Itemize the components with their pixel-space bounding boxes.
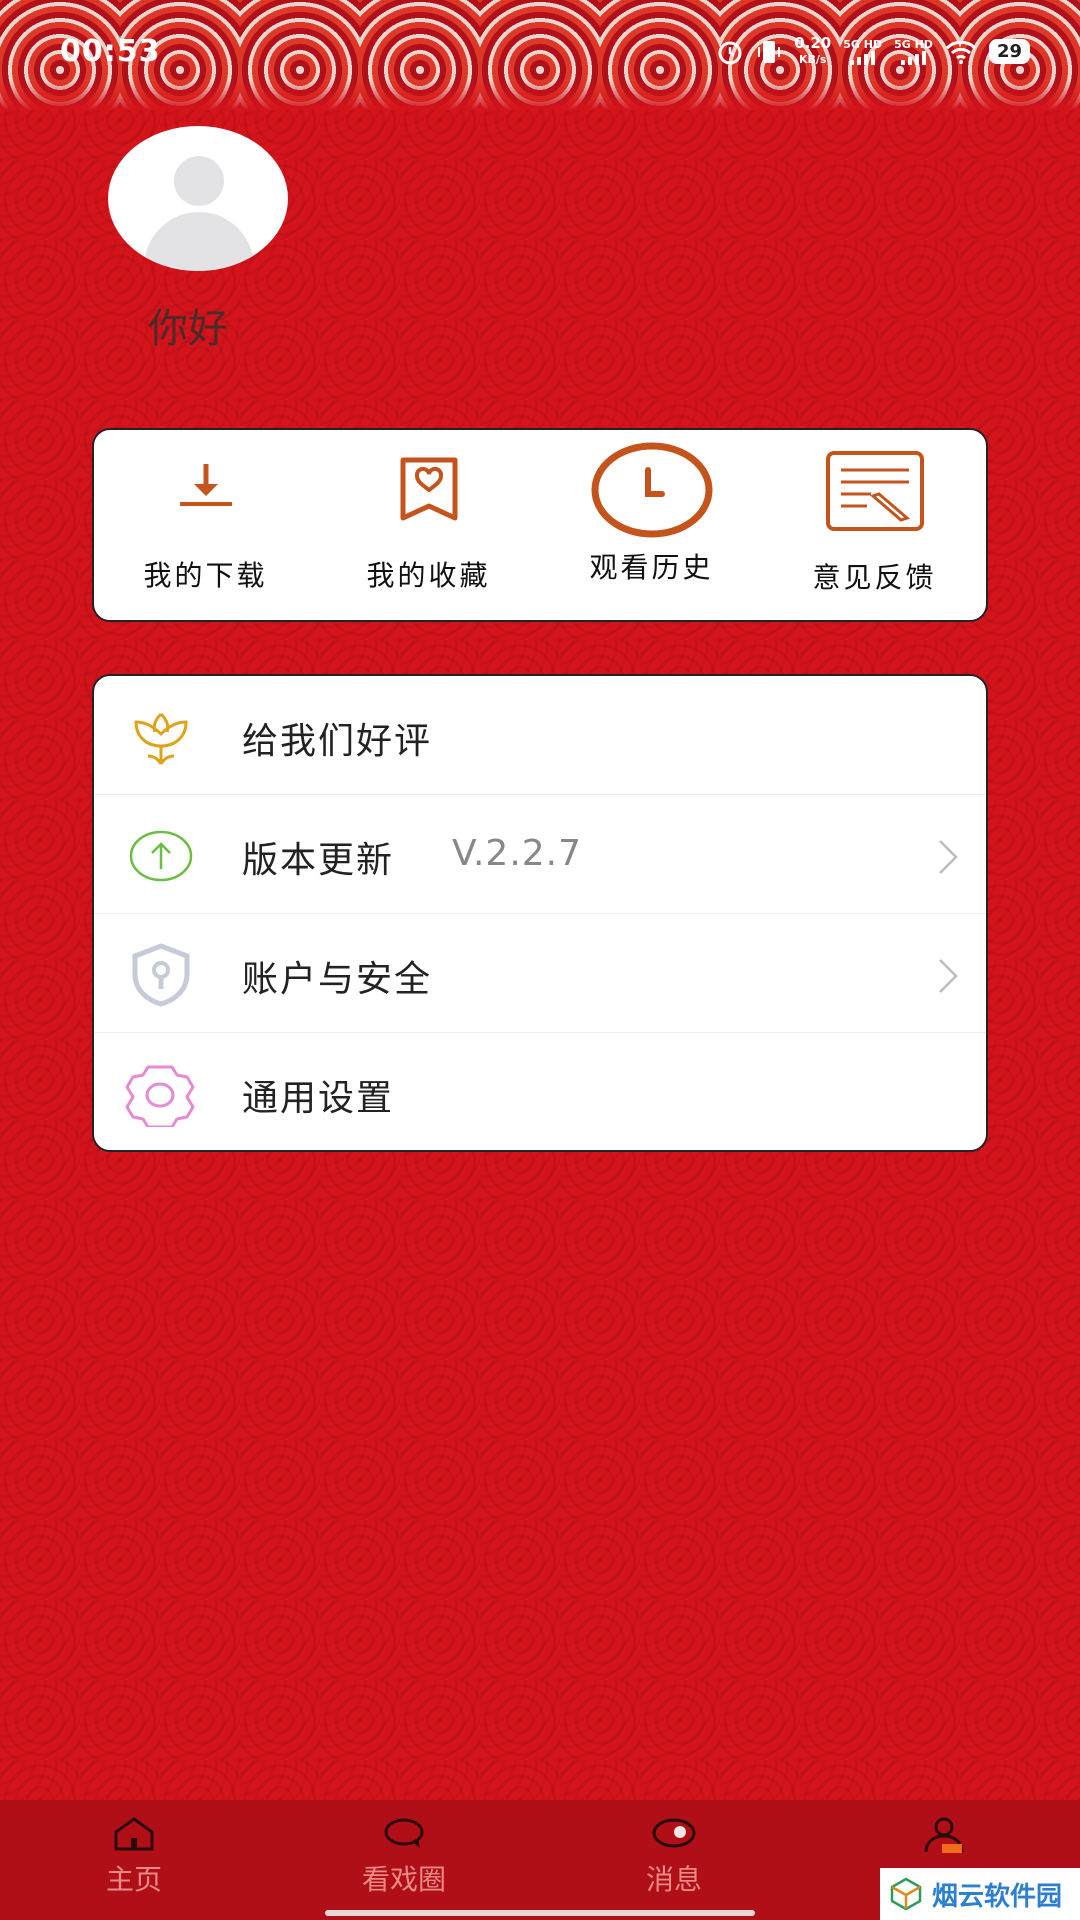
status-time: 00:53 <box>60 34 161 69</box>
settings-menu-card: 给我们好评 版本更新 V.2.2.7 账户与安全 通用设置 <box>92 674 988 1152</box>
menu-item-account-security[interactable]: 账户与安全 <box>94 914 986 1033</box>
net-speed-value: 0.20 <box>794 34 832 52</box>
wifi-icon <box>945 40 976 64</box>
status-icons: 0.20 KB/s 5G HD 5G HD 29 <box>716 36 1030 67</box>
gear-icon <box>125 1065 195 1127</box>
watermark-text: 烟云软件园 <box>932 1881 1063 1912</box>
menu-item-label: 通用设置 <box>242 1078 395 1119</box>
chevron-right-icon <box>939 959 958 993</box>
menu-item-general-settings[interactable]: 通用设置 <box>94 1033 986 1150</box>
clock-icon <box>591 442 712 538</box>
menu-item-version-update[interactable]: 版本更新 V.2.2.7 <box>94 795 986 914</box>
message-icon <box>652 1818 696 1848</box>
upload-circle-icon <box>129 830 193 882</box>
tab-label: 消息 <box>645 1863 702 1896</box>
menu-item-label: 给我们好评 <box>242 721 433 762</box>
avatar-head <box>174 156 224 206</box>
net-speed-unit: KB/s <box>798 53 827 66</box>
quick-action-label: 我的收藏 <box>366 559 491 592</box>
net-speed: 0.20 KB/s <box>794 36 831 67</box>
watermark: 烟云软件园 <box>880 1868 1080 1920</box>
home-icon <box>114 1817 154 1851</box>
sim1-label: 5G HD <box>843 38 883 51</box>
alarm-icon <box>718 41 742 64</box>
flower-icon <box>134 712 188 765</box>
signal-bars-icon <box>850 51 876 65</box>
greeting-text: 你好 <box>148 306 228 352</box>
tab-home[interactable]: 主页 <box>34 1800 234 1920</box>
battery-indicator: 29 <box>988 39 1030 64</box>
edit-note-icon <box>825 451 924 531</box>
quick-action-label: 观看历史 <box>589 551 714 584</box>
menu-item-label: 账户与安全 <box>242 959 433 1000</box>
chat-bubble-icon <box>384 1818 424 1848</box>
home-indicator[interactable] <box>325 1910 755 1916</box>
vibrate-icon <box>758 40 781 63</box>
shield-lock-icon <box>132 943 190 1007</box>
sim2-label: 5G HD <box>894 38 933 51</box>
menu-item-label: 版本更新 <box>242 840 395 881</box>
sim2-signal: 5G HD <box>894 38 933 65</box>
menu-item-rate-us[interactable]: 给我们好评 <box>94 676 986 795</box>
bookmark-heart-icon <box>400 457 457 521</box>
quick-action-downloads[interactable]: 我的下载 <box>106 430 306 594</box>
sim1-signal: 5G HD <box>843 38 882 65</box>
tab-label: 主页 <box>105 1863 162 1896</box>
download-icon <box>179 464 232 506</box>
quick-action-feedback[interactable]: 意见反馈 <box>775 430 975 596</box>
avatar[interactable] <box>108 126 288 271</box>
avatar-shoulders <box>144 212 254 271</box>
cube-logo-icon <box>890 1877 922 1911</box>
chevron-right-icon <box>939 840 958 874</box>
quick-action-label: 意见反馈 <box>812 561 937 594</box>
tab-drama-circle[interactable]: 看戏圈 <box>304 1800 504 1920</box>
quick-action-label: 我的下载 <box>143 559 268 592</box>
quick-action-history[interactable]: 观看历史 <box>552 430 752 586</box>
tab-messages[interactable]: 消息 <box>574 1800 774 1920</box>
profile-icon <box>924 1817 964 1853</box>
quick-actions-card: 我的下载 我的收藏 观看历史 意见反馈 <box>92 428 988 622</box>
status-bar: 00:53 0.20 KB/s 5G HD 5G HD 29 <box>0 0 1080 100</box>
signal-bars-icon <box>901 51 926 65</box>
quick-action-favorites[interactable]: 我的收藏 <box>329 430 529 594</box>
version-number: V.2.2.7 <box>452 833 583 874</box>
tab-label: 看戏圈 <box>361 1863 446 1896</box>
